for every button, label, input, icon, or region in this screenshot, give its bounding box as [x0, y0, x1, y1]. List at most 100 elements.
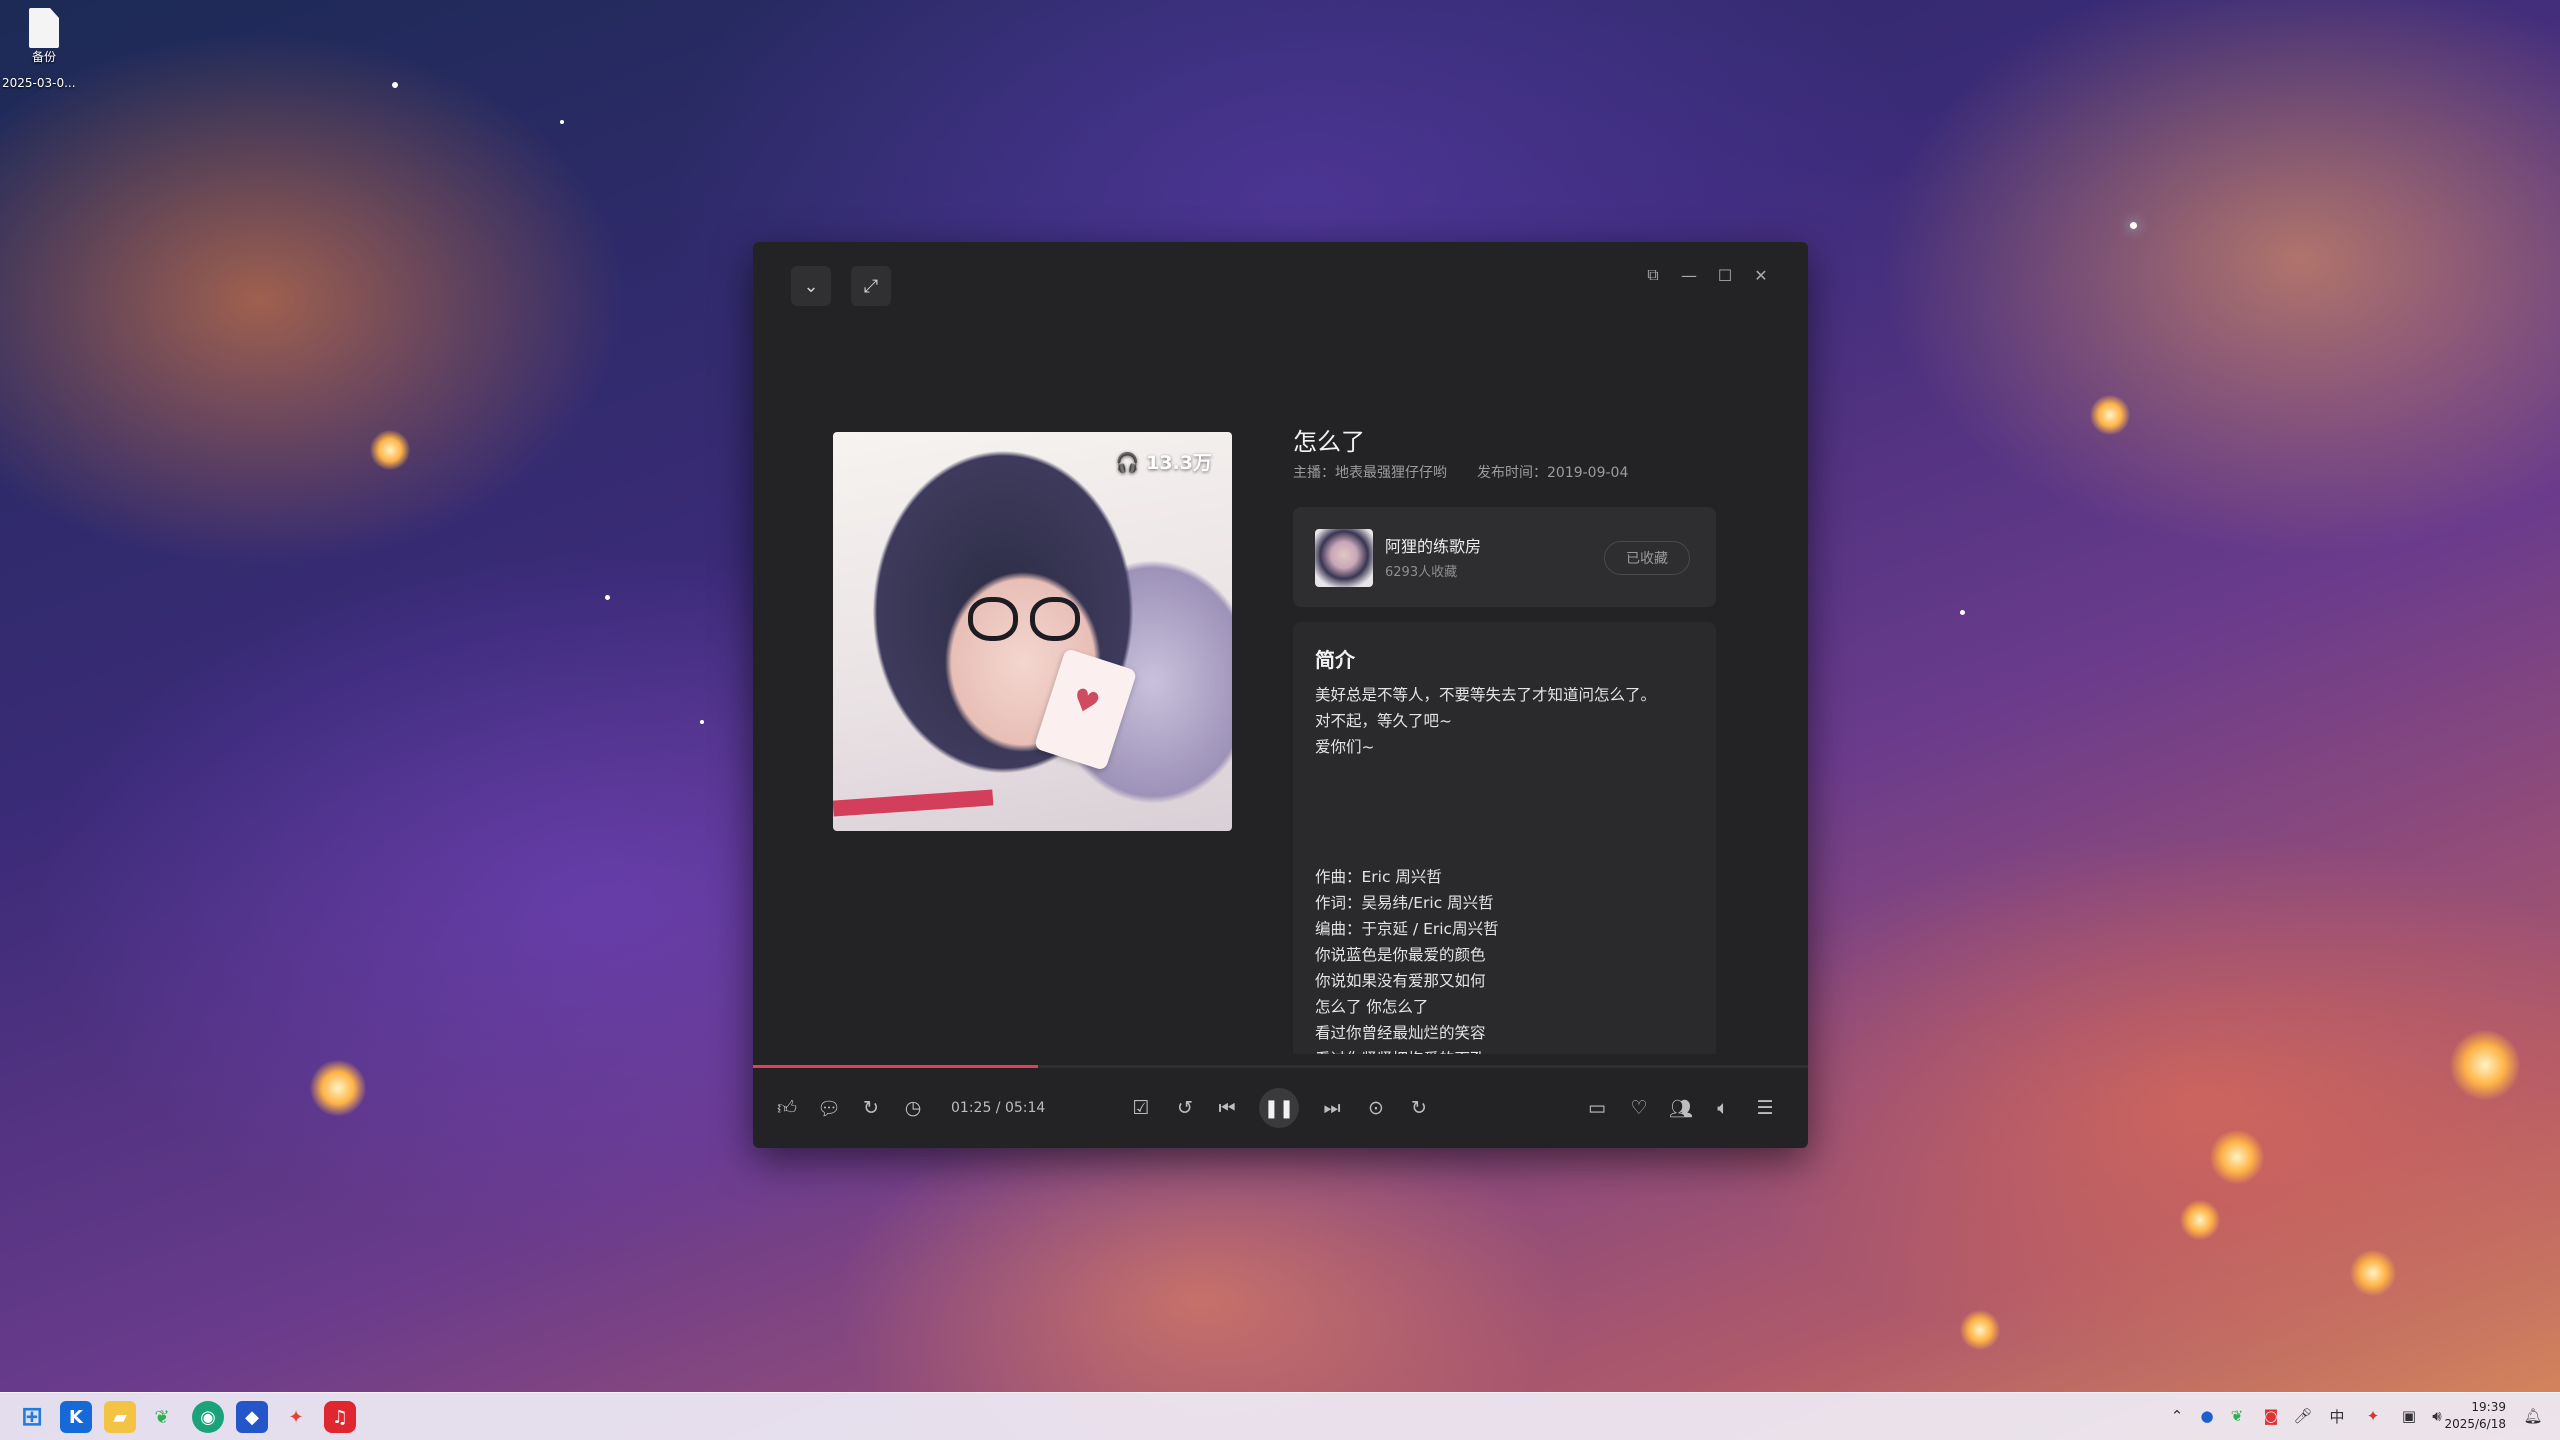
browser-icon: ◉: [200, 1406, 216, 1428]
host-label[interactable]: 主播：地表最强狸仔仔哟: [1293, 462, 1447, 482]
taskbar-app-blue[interactable]: ◆: [236, 1401, 268, 1433]
volume-button[interactable]: 🔈︎: [1709, 1094, 1737, 1122]
desktop-file-icon[interactable]: 备份: [14, 8, 74, 64]
app-icon: ●: [2200, 1407, 2214, 1425]
quality-icon: ▭: [1588, 1097, 1606, 1119]
start-button[interactable]: ⊞: [16, 1401, 48, 1433]
folder-icon: ▰: [113, 1406, 127, 1428]
headphones-icon: 🎧: [1115, 452, 1140, 474]
star: [1960, 610, 1965, 615]
intro-line: 你说如果没有爱那又如何: [1315, 972, 1486, 990]
file-icon: [29, 8, 59, 48]
play-count: 13.3万: [1146, 452, 1212, 474]
check-box-icon: ☑: [1132, 1097, 1150, 1119]
tray-app[interactable]: ❦: [2226, 1405, 2248, 1427]
intro-text: 美好总是不等人，不要等失去了才知道问怎么了。 对不起，等久了吧~ 爱你们~ 作曲…: [1315, 682, 1656, 1054]
album-card[interactable]: 阿狸的练歌房 6293人收藏 已收藏: [1293, 507, 1716, 607]
desktop-icon-label: 备份: [31, 50, 56, 64]
network-icon: ▣: [2401, 1407, 2417, 1425]
firefly-glow: [2210, 1130, 2264, 1184]
notification-button[interactable]: 🔔︎: [2522, 1405, 2544, 1427]
album-name[interactable]: 阿狸的练歌房: [1385, 533, 1481, 557]
previous-button[interactable]: ⏮: [1213, 1094, 1241, 1122]
next-button[interactable]: ⏭: [1318, 1094, 1346, 1122]
firefly-glow: [2350, 1250, 2396, 1296]
rewind-15-icon: ↺: [1177, 1097, 1193, 1119]
app-icon: ◆: [245, 1406, 259, 1428]
share-button[interactable]: ↻: [857, 1094, 885, 1122]
timer-button[interactable]: ◷: [899, 1094, 927, 1122]
microphone-icon: 🎤︎: [2293, 1407, 2313, 1425]
speed-icon: ⊙: [1368, 1097, 1384, 1119]
taskbar: ⊞ K ▰ ❦ ◉ ◆ ✦ ♫ ⌃ ● ❦ ◙ 🎤︎ 中 ✦ ▣ 🔊︎ 19:3…: [0, 1392, 2560, 1440]
intro-panel: 简介 美好总是不等人，不要等失去了才知道问怎么了。 对不起，等久了吧~ 爱你们~…: [1293, 622, 1716, 1054]
speed-button[interactable]: ⊙: [1362, 1094, 1390, 1122]
app-icon: ✦: [288, 1406, 304, 1428]
intro-line: 你说蓝色是你最爱的颜色: [1315, 946, 1486, 964]
time-display: 01:25 / 05:14: [951, 1100, 1046, 1116]
intro-line: 看过你曾经最灿烂的笑容: [1315, 1024, 1486, 1042]
taskbar-clock[interactable]: 19:39 2025/6/18: [2444, 1399, 2506, 1433]
effects-icon: ♡: [1630, 1097, 1648, 1119]
intro-line: 对不起，等久了吧~: [1315, 712, 1452, 730]
app-icon: ◙: [2263, 1407, 2279, 1425]
app-icon: ✦: [2366, 1407, 2380, 1425]
intro-title: 简介: [1315, 648, 1355, 672]
firefly-glow: [310, 1060, 366, 1116]
input-method-icon: 中: [2329, 1407, 2345, 1426]
fullscreen-button[interactable]: ⤢: [851, 266, 891, 306]
star: [392, 82, 398, 88]
intro-line: 看过你紧紧拥抱爱的面孔: [1315, 1046, 1656, 1054]
pause-button[interactable]: ❚❚: [1259, 1088, 1299, 1128]
close-button[interactable]: ✕: [1750, 264, 1772, 286]
effects-button[interactable]: ♡: [1625, 1094, 1653, 1122]
firefly-glow: [2180, 1200, 2220, 1240]
mini-mode-button[interactable]: ⧉: [1642, 264, 1664, 286]
comment-icon: 💬︎: [816, 1097, 842, 1120]
listen-together-button[interactable]: 👥︎: [1667, 1094, 1695, 1122]
comment-button[interactable]: 💬︎: [815, 1094, 843, 1122]
song-title: 怎么了: [1293, 428, 1365, 456]
maximize-button[interactable]: ☐: [1714, 264, 1736, 286]
windows-logo-icon: ⊞: [21, 1402, 43, 1432]
minimize-button[interactable]: —: [1678, 264, 1700, 286]
collapse-button[interactable]: ⌄: [791, 266, 831, 306]
taskbar-file-explorer[interactable]: ▰: [104, 1401, 136, 1433]
people-icon: 👥︎: [1668, 1097, 1694, 1120]
taskbar-browser[interactable]: ◉: [192, 1401, 224, 1433]
forward-15-button[interactable]: ↻: [1405, 1094, 1433, 1122]
subscribe-button[interactable]: ☑: [1127, 1094, 1155, 1122]
volume-icon: 🔈︎: [1717, 1097, 1729, 1119]
rewind-15-button[interactable]: ↺: [1171, 1094, 1199, 1122]
clock-time: 19:39: [2471, 1400, 2506, 1414]
intro-line: 怎么了 你怎么了: [1315, 998, 1429, 1016]
playlist-icon: ☰: [1756, 1097, 1774, 1119]
album-thumbnail: [1315, 529, 1373, 587]
tray-app[interactable]: ◙: [2260, 1405, 2282, 1427]
tray-network[interactable]: ▣: [2398, 1405, 2420, 1427]
playlist-button[interactable]: ☰: [1751, 1094, 1779, 1122]
share-icon: ↻: [863, 1097, 879, 1119]
tray-app[interactable]: ●: [2196, 1405, 2218, 1427]
star: [2130, 222, 2137, 229]
taskbar-app-red[interactable]: ✦: [280, 1401, 312, 1433]
cover-art-stripe: [833, 789, 994, 817]
tray-overflow-button[interactable]: ⌃: [2166, 1405, 2188, 1427]
release-date: 发布时间：2019-09-04: [1477, 465, 1629, 481]
skip-next-icon: ⏭: [1323, 1097, 1341, 1119]
tray-microphone[interactable]: 🎤︎: [2292, 1405, 2314, 1427]
leaf-icon: ❦: [154, 1406, 170, 1428]
taskbar-netease-music[interactable]: ♫: [324, 1401, 356, 1433]
like-button[interactable]: 👍︎: [773, 1094, 801, 1122]
tray-input-method[interactable]: 中: [2326, 1405, 2348, 1427]
sound-quality-button[interactable]: ▭: [1583, 1094, 1611, 1122]
taskbar-app-k[interactable]: K: [60, 1401, 92, 1433]
song-meta: 主播：地表最强狸仔仔哟 发布时间：2019-09-04: [1293, 462, 1628, 482]
app-icon: ❦: [2230, 1407, 2244, 1425]
tray-app[interactable]: ✦: [2362, 1405, 2384, 1427]
star: [700, 720, 704, 724]
chevron-down-icon: ⌄: [803, 275, 819, 297]
collect-button[interactable]: 已收藏: [1604, 541, 1690, 575]
intro-line: 作词：吴易纬/Eric 周兴哲: [1315, 894, 1494, 912]
taskbar-app-green[interactable]: ❦: [146, 1401, 178, 1433]
